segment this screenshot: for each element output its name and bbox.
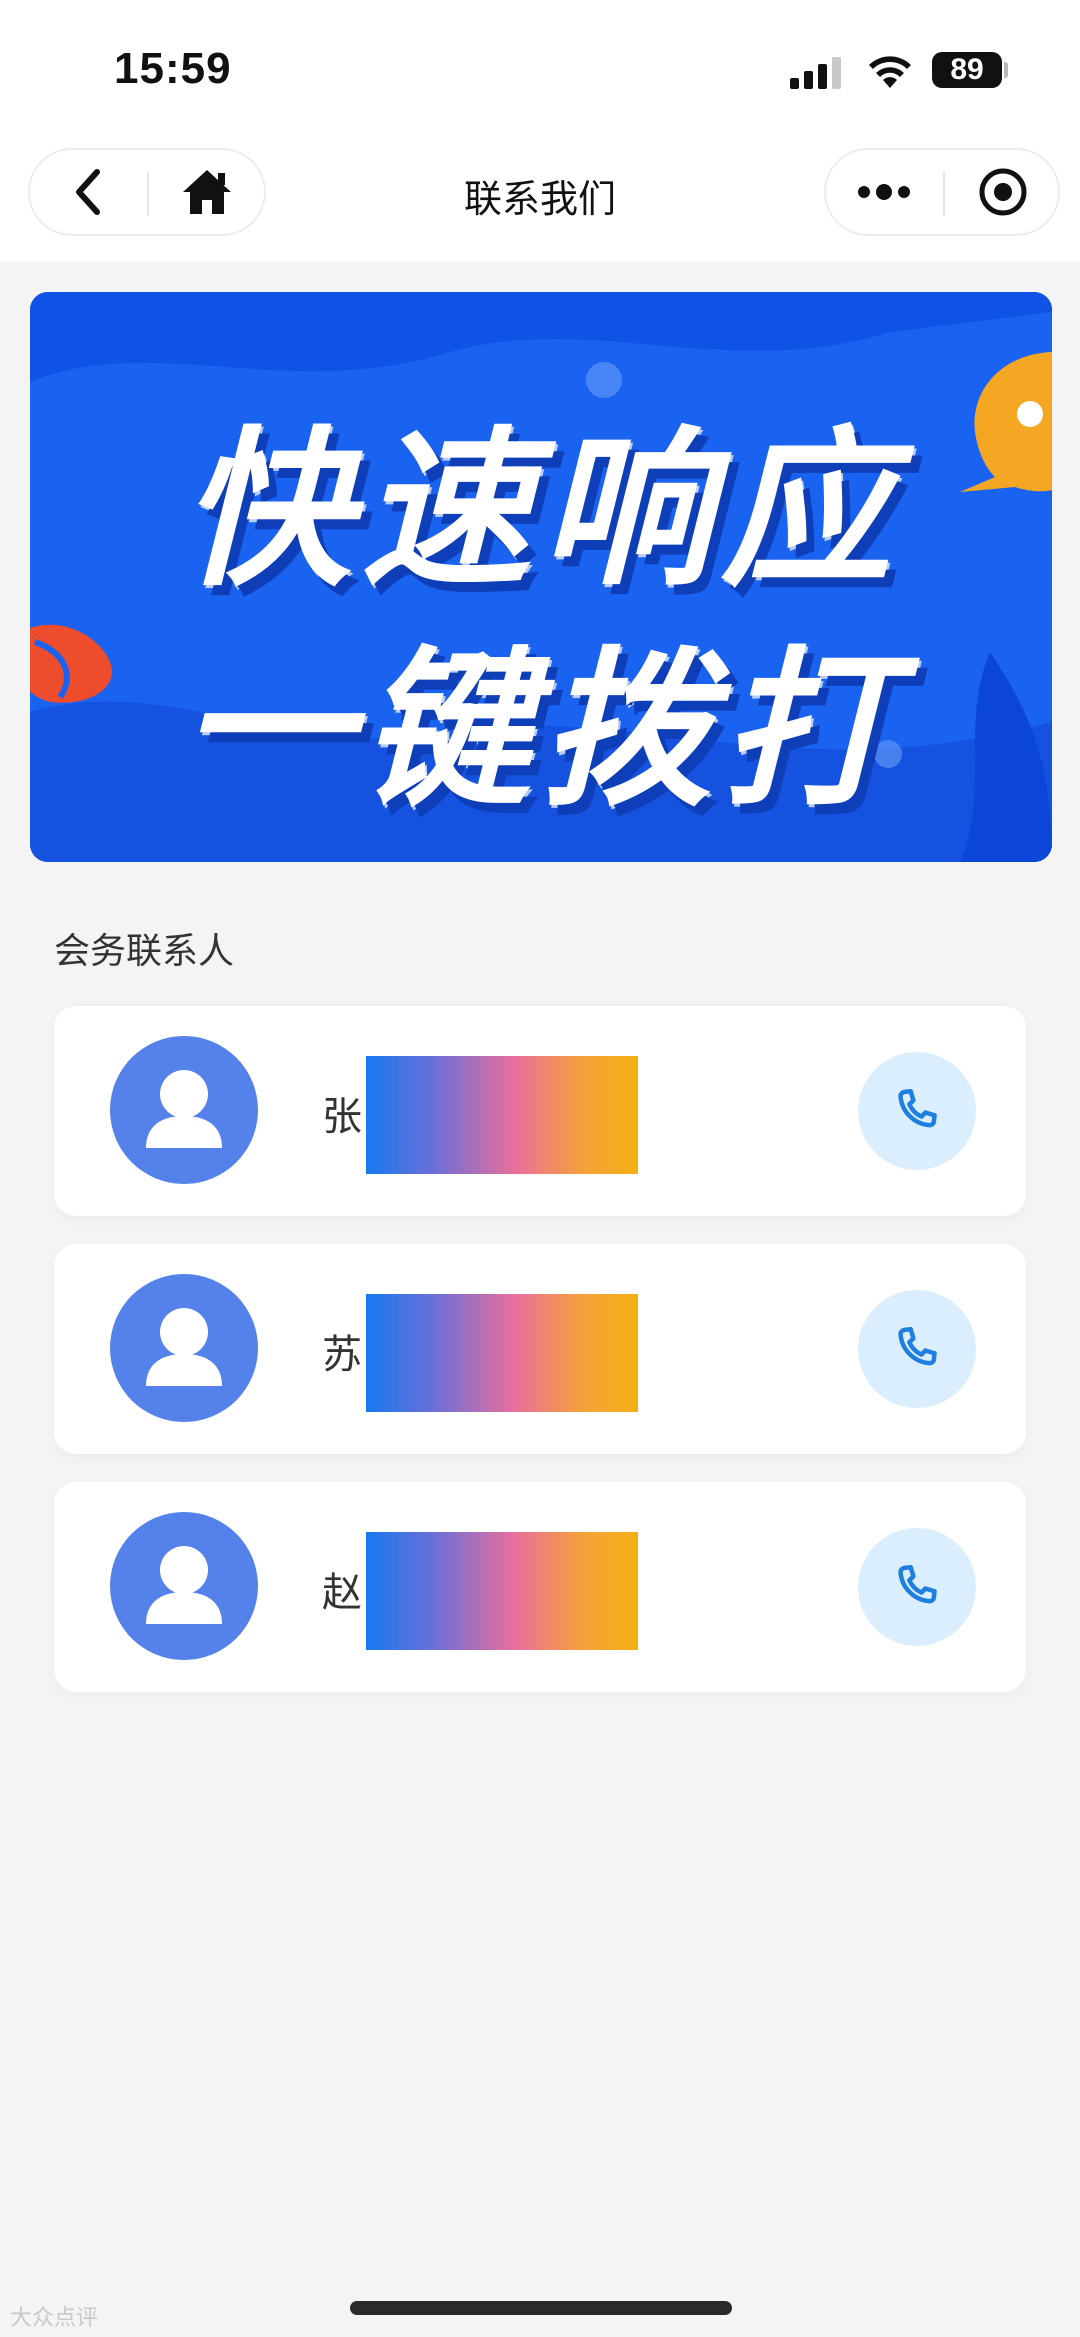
contact-name: 赵	[322, 1570, 362, 1616]
avatar	[110, 1512, 258, 1660]
battery-icon: 89	[932, 52, 1002, 88]
call-button[interactable]	[858, 1052, 976, 1170]
wifi-icon	[869, 56, 911, 88]
record-icon	[979, 168, 1027, 216]
user-icon	[146, 1070, 222, 1148]
avatar	[110, 1036, 258, 1184]
section-title: 会务联系人	[54, 931, 235, 972]
contact-card: 苏	[54, 1244, 1026, 1454]
avatar	[110, 1274, 258, 1422]
close-miniprogram-button[interactable]	[945, 150, 1061, 234]
contact-name: 苏	[322, 1332, 362, 1378]
banner-headline-2: 一键拨打	[180, 632, 901, 830]
cellular-signal-icon	[790, 57, 841, 89]
redacted-name-block	[366, 1532, 638, 1650]
call-button[interactable]	[858, 1528, 976, 1646]
phone-icon	[898, 1564, 937, 1604]
phone-icon	[898, 1326, 937, 1366]
redacted-name-block	[366, 1056, 638, 1174]
battery-tip	[1004, 62, 1008, 78]
contact-card: 赵	[54, 1482, 1026, 1692]
watermark: 大众点评	[10, 2306, 99, 2331]
nav-capsule-right	[824, 148, 1060, 236]
more-button[interactable]	[826, 150, 942, 234]
more-icon	[858, 184, 910, 200]
call-button[interactable]	[858, 1290, 976, 1408]
hero-banner: 快速响应 一键拨打	[30, 292, 1052, 862]
status-bar: 15:59 89	[0, 0, 1080, 140]
phone-icon	[898, 1088, 937, 1128]
banner-headline-1: 快速响应	[180, 412, 901, 610]
home-indicator[interactable]	[350, 2301, 732, 2315]
contact-card: 张	[54, 1006, 1026, 1216]
user-icon	[146, 1308, 222, 1386]
redacted-name-block	[366, 1294, 638, 1412]
status-time: 15:59	[114, 44, 232, 93]
contact-name: 张	[322, 1094, 362, 1140]
user-icon	[146, 1546, 222, 1624]
navigation-bar: 联系我们	[0, 140, 1080, 262]
